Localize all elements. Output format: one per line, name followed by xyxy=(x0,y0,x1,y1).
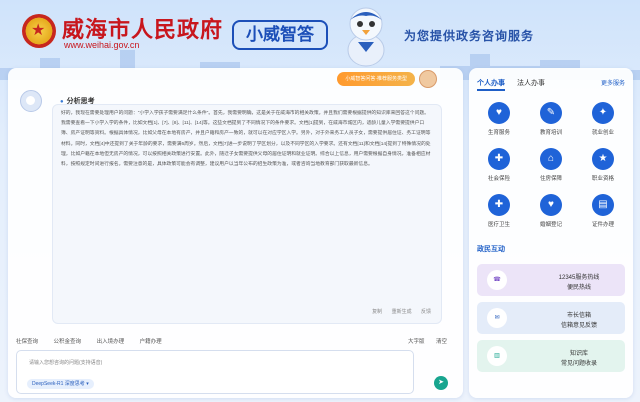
tab-corporate[interactable]: 法人办事 xyxy=(517,80,545,87)
send-icon: ➤ xyxy=(438,379,444,386)
send-button[interactable]: ➤ xyxy=(434,376,448,390)
card-title: 12345服务热线 xyxy=(558,275,600,281)
hotline-icon: ☎ xyxy=(487,270,507,290)
toolbar-right: 大字版 清空 xyxy=(398,337,447,345)
service-label: 就业创业 xyxy=(591,130,614,136)
card-subtitle: 便民热线 xyxy=(566,285,591,291)
national-emblem-icon xyxy=(22,14,56,48)
book-icon: ✎ xyxy=(540,102,562,124)
card-subtitle: 信箱意见反馈 xyxy=(560,323,597,329)
copy-button[interactable]: 复制 xyxy=(372,309,382,315)
service-label: 生育服务 xyxy=(487,130,510,136)
service-slogan: 为您提供政务咨询服务 xyxy=(404,29,535,43)
user-avatar xyxy=(419,70,437,88)
bot-avatar xyxy=(20,90,42,112)
tab-personal[interactable]: 个人办事 xyxy=(477,80,505,91)
quick-link-housing-fund[interactable]: 公积金查询 xyxy=(54,339,82,345)
service-label: 婚姻登记 xyxy=(539,222,562,228)
service-item[interactable]: ★ 职业资格 xyxy=(581,148,625,192)
large-font-button[interactable]: 大字版 xyxy=(408,339,425,345)
service-label: 证件办理 xyxy=(591,222,614,228)
service-label: 教育培训 xyxy=(539,130,562,136)
service-label: 职业资格 xyxy=(591,176,614,182)
rings-icon: ♥ xyxy=(540,194,562,216)
service-item[interactable]: ✎ 教育培训 xyxy=(529,102,573,146)
quick-link-exit-entry[interactable]: 出入境办理 xyxy=(97,339,125,345)
quick-link-social-security[interactable]: 社保查询 xyxy=(16,339,38,345)
knowledge-base-card[interactable]: ▥ 知识库 常见问题收录 xyxy=(477,340,625,372)
chevron-down-icon: ▾ xyxy=(86,381,89,387)
interaction-section-title: 政民互动 xyxy=(477,246,505,253)
mayor-mailbox-card[interactable]: ✉ 市长信箱 信箱意见反馈 xyxy=(477,302,625,334)
mascot-icon xyxy=(347,7,385,67)
recommend-badge[interactable]: 小威智答问答·推荐服务类型 xyxy=(337,72,415,86)
certificate-icon: ★ xyxy=(592,148,614,170)
service-item[interactable]: ✚ 社会保险 xyxy=(477,148,521,192)
service-label: 医疗卫生 xyxy=(487,222,510,228)
question-input[interactable]: 请输入您想咨询的问题(支持语音) DeepSeek-R1 深度思考 ▾ xyxy=(16,350,414,394)
knowledge-icon: ▥ xyxy=(487,346,507,366)
answer-bubble: 好的，我现在需要处理用户的问题："小学入学孩子需要满足什么条件"。首先，我需要明… xyxy=(52,104,442,324)
id-card-icon: ▤ xyxy=(592,194,614,216)
baby-icon: ♥ xyxy=(488,102,510,124)
quick-link-household-registration[interactable]: 户籍办理 xyxy=(140,339,162,345)
house-icon: ⌂ xyxy=(540,148,562,170)
hotline-card[interactable]: ☎ 12345服务热线 便民热线 xyxy=(477,264,625,296)
service-item[interactable]: ⌂ 住房保障 xyxy=(529,148,573,192)
service-label: 住房保障 xyxy=(539,176,562,182)
model-label: DeepSeek-R1 深度思考 xyxy=(32,381,85,387)
service-panel: 个人办事 法人办事 更多服务 ♥ 生育服务 ✎ 教育培训 ✦ 就业创业 ✚ 社会保险 ⌂… xyxy=(469,68,633,398)
mail-icon: ✉ xyxy=(487,308,507,328)
answer-text: 好的，我现在需要处理用户的问题："小学入学孩子需要满足什么条件"。首先，我需要明… xyxy=(61,111,431,168)
service-label: 社会保险 xyxy=(487,176,510,182)
clear-button[interactable]: 清空 xyxy=(436,339,447,345)
more-services-link[interactable]: 更多服务 xyxy=(601,78,625,87)
card-title: 知识库 xyxy=(569,351,588,357)
medical-icon: ✚ xyxy=(488,194,510,216)
briefcase-icon: ✦ xyxy=(592,102,614,124)
regenerate-button[interactable]: 重新生成 xyxy=(392,309,412,315)
header: 威海市人民政府 www.weihai.gov.cn 小威智答 为您提供政务咨询服… xyxy=(0,0,640,80)
service-item[interactable]: ✚ 医疗卫生 xyxy=(477,194,521,238)
answer-actions: 复制 重新生成 反馈 xyxy=(364,308,431,315)
quick-toolbar: 社保查询 公积金查询 出入境办理 户籍办理 xyxy=(16,337,176,345)
service-logo: 小威智答 xyxy=(232,20,328,50)
service-item[interactable]: ♥ 婚姻登记 xyxy=(529,194,573,238)
service-item[interactable]: ✦ 就业创业 xyxy=(581,102,625,146)
service-tabs: 个人办事 法人办事 xyxy=(477,78,555,91)
government-url: www.weihai.gov.cn xyxy=(64,40,140,50)
service-item[interactable]: ▤ 证件办理 xyxy=(581,194,625,238)
shield-icon: ✚ xyxy=(488,148,510,170)
service-item[interactable]: ♥ 生育服务 xyxy=(477,102,521,146)
card-subtitle: 常见问题收录 xyxy=(560,361,597,367)
input-placeholder: 请输入您想咨询的问题(支持语音) xyxy=(29,360,103,366)
feedback-button[interactable]: 反馈 xyxy=(421,309,431,315)
card-title: 市长信箱 xyxy=(566,313,591,319)
model-selector[interactable]: DeepSeek-R1 深度思考 ▾ xyxy=(27,379,94,389)
chat-panel: 小威智答问答·推荐服务类型 分析思考 好的，我现在需要处理用户的问题："小学入学… xyxy=(8,68,463,398)
